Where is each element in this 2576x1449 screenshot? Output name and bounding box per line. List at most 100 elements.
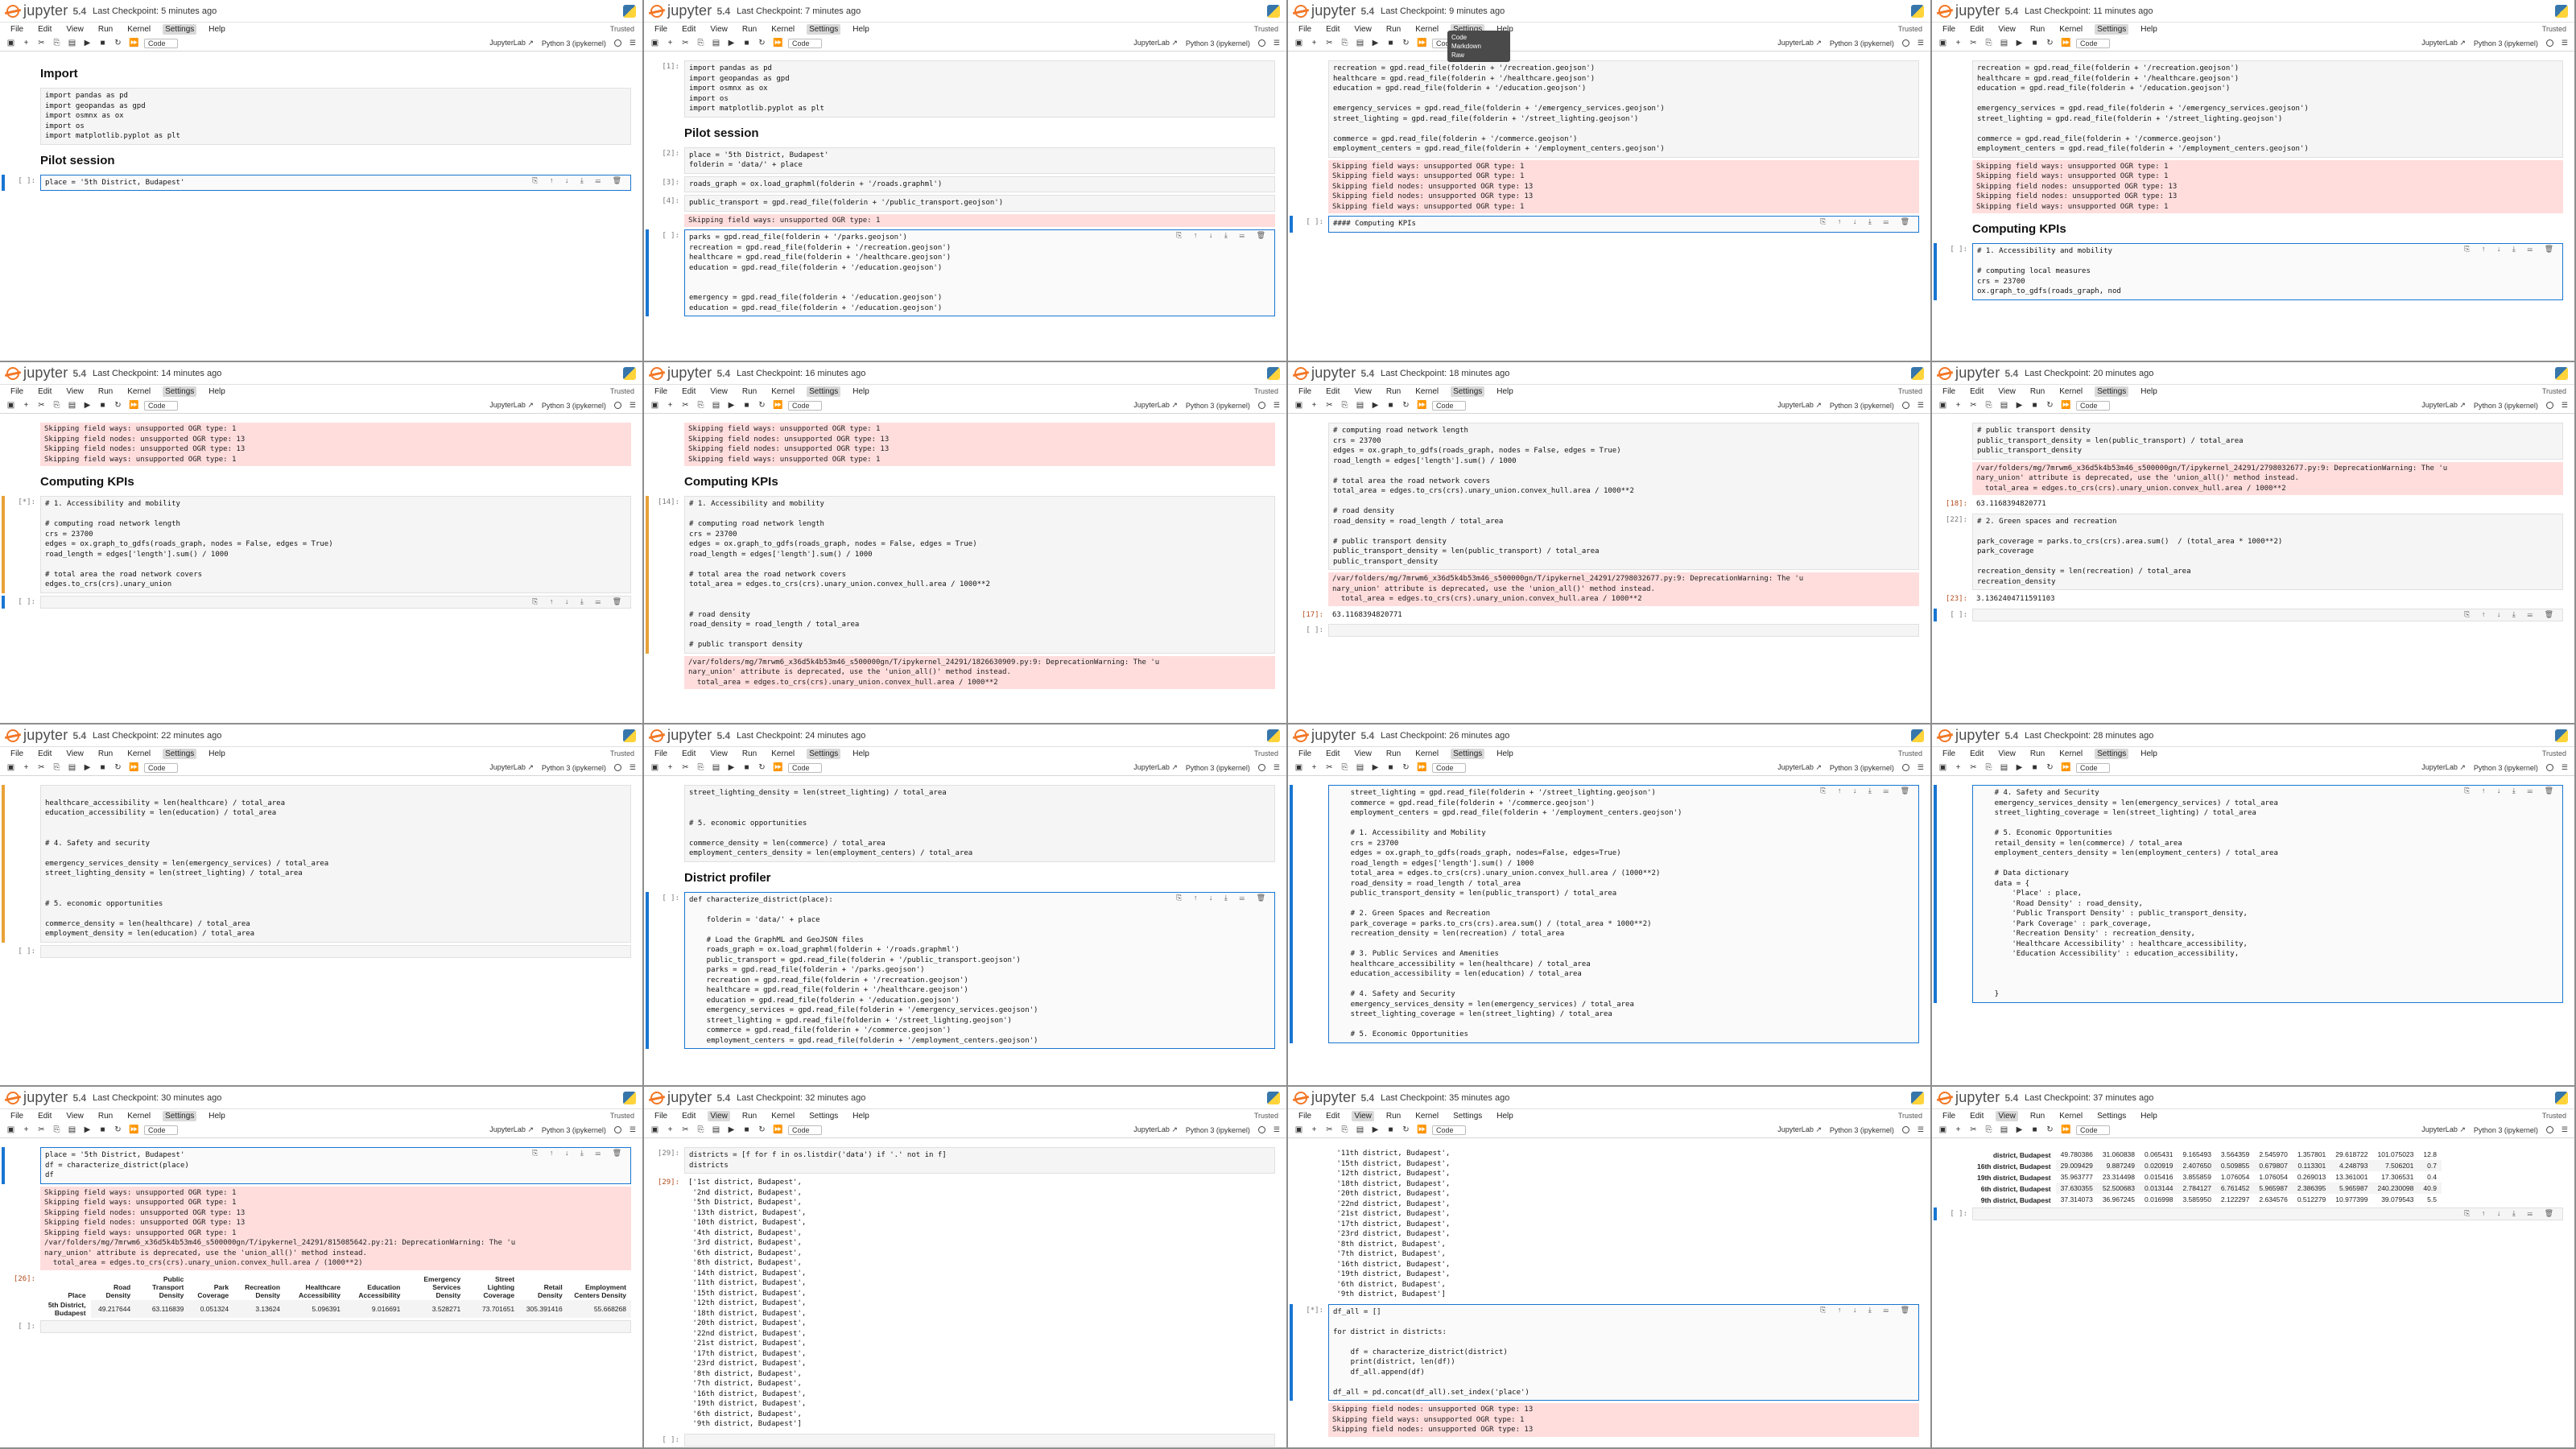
- trusted-indicator[interactable]: Trusted: [610, 1112, 634, 1120]
- menu-run[interactable]: Run: [2028, 24, 2047, 35]
- menu-kernel[interactable]: Kernel: [769, 24, 797, 35]
- menu-settings[interactable]: Settings: [1451, 386, 1485, 397]
- save-icon[interactable]: ▣: [1938, 401, 1947, 410]
- menu-settings[interactable]: Settings: [807, 386, 841, 397]
- add-cell-icon[interactable]: +: [1310, 763, 1319, 772]
- menu-settings[interactable]: Settings: [2095, 23, 2129, 35]
- menu-edit[interactable]: Edit: [35, 749, 54, 759]
- stop-icon[interactable]: ■: [1386, 39, 1395, 47]
- stop-icon[interactable]: ■: [2030, 401, 2039, 410]
- menu-file[interactable]: File: [8, 24, 26, 35]
- run-icon[interactable]: ▶: [2015, 39, 2024, 47]
- notebook-cell[interactable]: [14]: # 1. Accessibility and mobility # c…: [646, 496, 1275, 654]
- restart-icon[interactable]: ↻: [1402, 1125, 1410, 1134]
- cell-type-select[interactable]: Code: [788, 38, 822, 48]
- run-icon[interactable]: ▶: [2015, 401, 2024, 410]
- menu-icon[interactable]: ☰: [630, 39, 636, 47]
- menu-icon[interactable]: ☰: [1274, 401, 1280, 410]
- copy-icon[interactable]: ⎘: [1340, 39, 1349, 47]
- menu-file[interactable]: File: [652, 24, 670, 35]
- run-all-icon[interactable]: ⏩: [773, 39, 782, 47]
- menu-run[interactable]: Run: [96, 24, 115, 35]
- notebook-cell[interactable]: Skipping field ways: unsupported OGR typ…: [6, 423, 631, 466]
- menu-view[interactable]: View: [1996, 386, 2018, 397]
- run-all-icon[interactable]: ⏩: [773, 401, 782, 410]
- paste-icon[interactable]: ▤: [712, 39, 720, 47]
- code-editor[interactable]: # 1. Accessibility and mobility # comput…: [684, 496, 1275, 654]
- code-editor[interactable]: recreation = gpd.read_file(folderin + '/…: [1328, 60, 1919, 158]
- menu-run[interactable]: Run: [1384, 386, 1403, 397]
- save-icon[interactable]: ▣: [650, 1125, 659, 1134]
- cell-toolbar[interactable]: ⎘ ↑ ↓ ⤓ ☰ 🗑: [2464, 786, 2558, 795]
- menu-kernel[interactable]: Kernel: [2057, 386, 2085, 397]
- run-all-icon[interactable]: ⏩: [1417, 39, 1426, 47]
- code-editor[interactable]: # 1. Accessibility and mobility # comput…: [40, 496, 631, 593]
- menu-help[interactable]: Help: [2138, 749, 2160, 759]
- copy-icon[interactable]: ⎘: [52, 763, 61, 772]
- restart-icon[interactable]: ↻: [1402, 39, 1410, 47]
- stop-icon[interactable]: ■: [742, 763, 751, 772]
- run-icon[interactable]: ▶: [2015, 763, 2024, 772]
- menu-file[interactable]: File: [1296, 749, 1314, 759]
- run-icon[interactable]: ▶: [1371, 401, 1380, 410]
- save-icon[interactable]: ▣: [650, 401, 659, 410]
- save-icon[interactable]: ▣: [1294, 1125, 1303, 1134]
- menu-icon[interactable]: ☰: [1274, 39, 1280, 47]
- jupyter-logo[interactable]: jupyter: [1294, 365, 1356, 382]
- notebook-cell[interactable]: /var/folders/mg/7mrwm6_x36d5k4b53m46_s50…: [1294, 572, 1919, 606]
- trusted-indicator[interactable]: Trusted: [1254, 1112, 1278, 1120]
- kernel-name[interactable]: Python 3 (ipykernel): [1186, 402, 1250, 410]
- run-icon[interactable]: ▶: [727, 1125, 736, 1134]
- notebook-cell[interactable]: ⎘ ↑ ↓ ⤓ ☰ 🗑[ ]: # 1. Accessibility and mo…: [1934, 243, 2563, 300]
- menu-view[interactable]: View: [708, 749, 730, 759]
- menu-edit[interactable]: Edit: [1967, 1111, 1986, 1121]
- copy-icon[interactable]: ⎘: [696, 39, 705, 47]
- cell-toolbar[interactable]: ⎘ ↑ ↓ ⤓ ☰ 🗑: [532, 176, 626, 185]
- kernel-name[interactable]: Python 3 (ipykernel): [1186, 39, 1250, 47]
- restart-icon[interactable]: ↻: [758, 39, 766, 47]
- menu-kernel[interactable]: Kernel: [1413, 24, 1441, 35]
- add-cell-icon[interactable]: +: [1310, 401, 1319, 410]
- empty-code-editor[interactable]: [684, 1433, 1275, 1447]
- run-icon[interactable]: ▶: [83, 401, 92, 410]
- menu-run[interactable]: Run: [740, 24, 759, 35]
- kernel-name[interactable]: Python 3 (ipykernel): [2474, 1126, 2538, 1134]
- menu-settings[interactable]: Settings: [2095, 748, 2129, 759]
- trusted-indicator[interactable]: Trusted: [610, 25, 634, 33]
- menu-settings[interactable]: Settings: [2095, 1111, 2128, 1121]
- menu-icon[interactable]: ☰: [1918, 1125, 1924, 1134]
- menu-help[interactable]: Help: [206, 749, 228, 759]
- save-icon[interactable]: ▣: [6, 39, 15, 47]
- restart-icon[interactable]: ↻: [2046, 1125, 2054, 1134]
- menu-settings[interactable]: Settings: [807, 23, 841, 35]
- cell-type-select[interactable]: Code: [144, 1125, 178, 1135]
- menu-help[interactable]: Help: [1494, 749, 1516, 759]
- cell-type-select[interactable]: Code: [144, 38, 178, 48]
- copy-icon[interactable]: ⎘: [1340, 1125, 1349, 1134]
- paste-icon[interactable]: ▤: [712, 401, 720, 410]
- jupyterlab-link[interactable]: JupyterLab ↗: [1777, 1125, 1822, 1134]
- save-icon[interactable]: ▣: [6, 763, 15, 772]
- cell-toolbar[interactable]: ⎘ ↑ ↓ ⤓ ☰ 🗑: [2464, 1209, 2558, 1218]
- cut-icon[interactable]: ✂: [681, 1125, 690, 1134]
- run-all-icon[interactable]: ⏩: [1417, 763, 1426, 772]
- notebook-cell[interactable]: [2]: place = '5th District, Budapest' fol…: [650, 147, 1275, 174]
- cell-toolbar[interactable]: ⎘ ↑ ↓ ⤓ ☰ 🗑: [1820, 1306, 1914, 1315]
- notebook-cell[interactable]: [29]: ['1st district, Budapest', '2nd dis…: [650, 1176, 1275, 1431]
- menu-view[interactable]: View: [1352, 24, 1374, 35]
- menu-icon[interactable]: ☰: [630, 401, 636, 410]
- paste-icon[interactable]: ▤: [68, 1125, 76, 1134]
- add-cell-icon[interactable]: +: [666, 39, 675, 47]
- empty-code-editor[interactable]: [40, 944, 631, 958]
- notebook-cell[interactable]: ⎘ ↑ ↓ ⤓ ☰ 🗑 [ ]: parks = gpd.read_file(fol…: [646, 229, 1275, 316]
- jupyterlab-link[interactable]: JupyterLab ↗: [1777, 39, 1822, 47]
- run-all-icon[interactable]: ⏩: [129, 1125, 138, 1134]
- copy-icon[interactable]: ⎘: [696, 1125, 705, 1134]
- code-editor[interactable]: street_lighting = gpd.read_file(folderin…: [1328, 785, 1919, 1043]
- stop-icon[interactable]: ■: [2030, 763, 2039, 772]
- cut-icon[interactable]: ✂: [1969, 763, 1978, 772]
- code-editor[interactable]: # public transport density public_transp…: [1972, 423, 2563, 460]
- menu-run[interactable]: Run: [1384, 749, 1403, 759]
- menu-view[interactable]: View: [708, 1110, 730, 1121]
- notebook-cell[interactable]: [ ]:: [650, 1433, 1275, 1447]
